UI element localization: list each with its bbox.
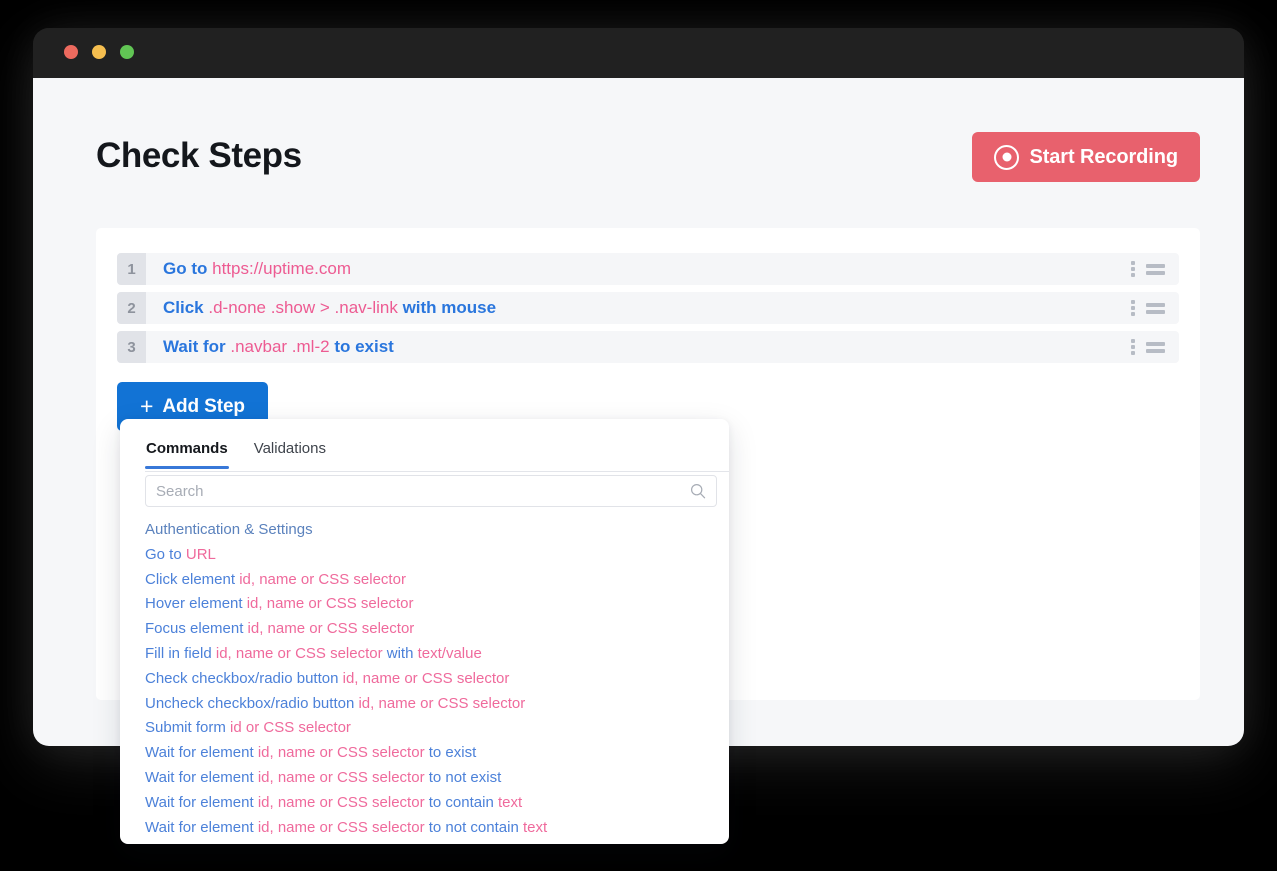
command-keyword: with (386, 644, 418, 662)
command-keyword: to contain (428, 793, 498, 811)
command-list-item[interactable]: Hover element id, name or CSS selector (145, 592, 717, 617)
command-param: text/value (417, 644, 482, 662)
command-keyword: Hover element (145, 595, 247, 613)
command-list-item[interactable]: Wait for element id, name or CSS selecto… (145, 791, 717, 816)
step-description: Wait for .navbar .ml-2 to exist (163, 337, 394, 357)
command-param: id, name or CSS selector (239, 570, 406, 588)
plus-icon: + (140, 393, 154, 419)
add-step-label: Add Step (162, 395, 245, 417)
page-title: Check Steps (96, 136, 302, 175)
step-keyword: with mouse (402, 298, 497, 317)
step-row[interactable]: 1 Go to https://uptime.com (117, 253, 1179, 285)
step-description: Click .d-none .show > .nav-link with mou… (163, 298, 496, 318)
command-keyword: Fill in field (145, 644, 216, 662)
command-keyword: Wait for element (145, 818, 258, 836)
command-keyword: Click element (145, 570, 240, 588)
command-keyword: Focus element (145, 620, 248, 638)
command-param: id, name or CSS selector (257, 768, 429, 786)
command-keyword: Submit form (145, 719, 231, 737)
step-number: 2 (117, 292, 146, 324)
command-param: id, name or CSS selector (215, 644, 387, 662)
command-list-item[interactable]: Uncheck checkbox/radio button id, name o… (145, 692, 717, 717)
command-search-wrapper (145, 475, 717, 507)
minimize-window-button[interactable] (92, 45, 106, 59)
steps-list: 1 Go to https://uptime.com 2 Click .d-none … (117, 253, 1179, 370)
step-number: 3 (117, 331, 146, 363)
command-param: id, name or CSS selector (246, 595, 414, 613)
command-list-item[interactable]: Wait for element id, name or CSS selecto… (145, 816, 717, 841)
command-param: id, name or CSS selector (342, 669, 510, 687)
command-param: id, name or CSS selector (257, 744, 429, 762)
step-drag-handle-icon[interactable] (1146, 302, 1165, 314)
step-menu-icon[interactable] (1131, 300, 1135, 316)
command-param: URL (185, 545, 216, 563)
command-group-header[interactable]: Authentication & Settings (145, 518, 717, 543)
command-param: text (497, 793, 523, 811)
command-param: text (522, 818, 548, 836)
step-actions (1131, 253, 1165, 285)
step-actions (1131, 331, 1165, 363)
step-menu-icon[interactable] (1131, 261, 1135, 277)
command-keyword: Uncheck checkbox/radio button (145, 694, 359, 712)
window-titlebar (33, 28, 1244, 78)
command-group: Authentication & Settings (145, 521, 313, 538)
step-drag-handle-icon[interactable] (1146, 341, 1165, 353)
step-param: .navbar .ml-2 (230, 337, 335, 356)
step-actions (1131, 292, 1165, 324)
step-menu-icon[interactable] (1131, 339, 1135, 355)
traffic-lights (64, 45, 134, 59)
command-list-item[interactable]: Focus element id, name or CSS selector (145, 617, 717, 642)
command-param: id, name or CSS selector (257, 818, 429, 836)
command-palette-tabs: Commands Validations (145, 431, 729, 472)
step-drag-handle-icon[interactable] (1146, 263, 1165, 275)
close-window-button[interactable] (64, 45, 78, 59)
command-palette-panel: Commands Validations Authentication & Set… (120, 419, 729, 844)
tab-validations[interactable]: Validations (253, 431, 327, 468)
step-keyword: Wait for (163, 337, 231, 356)
step-row[interactable]: 2 Click .d-none .show > .nav-link with mo… (117, 292, 1179, 324)
start-recording-label: Start Recording (1029, 145, 1178, 168)
step-keyword: Go to (163, 259, 213, 278)
command-keyword: Go to (145, 545, 186, 563)
command-list-item[interactable]: Wait for element id, name or CSS selecto… (145, 741, 717, 766)
step-row[interactable]: 3 Wait for .navbar .ml-2 to exist (117, 331, 1179, 363)
command-param: id, name or CSS selector (358, 694, 526, 712)
command-keyword: to exist (428, 744, 477, 762)
step-description: Go to https://uptime.com (163, 259, 351, 279)
tab-commands[interactable]: Commands (145, 431, 229, 469)
command-list-item[interactable]: Wait for element id, name or CSS selecto… (145, 766, 717, 791)
command-param: id or CSS selector (230, 719, 351, 737)
command-keyword: Wait for element (145, 793, 258, 811)
command-keyword: Wait for element (145, 768, 258, 786)
command-keyword: to not exist (428, 768, 502, 786)
step-param: .d-none .show > .nav-link (208, 298, 403, 317)
start-recording-button[interactable]: Start Recording (972, 132, 1200, 182)
step-keyword: to exist (334, 337, 394, 356)
command-param: id, name or CSS selector (247, 620, 415, 638)
command-list: Authentication & Settings Go to URL Click … (145, 518, 717, 844)
command-list-item[interactable]: Submit form id or CSS selector (145, 716, 717, 741)
record-icon (994, 144, 1020, 170)
maximize-window-button[interactable] (120, 45, 134, 59)
step-param: https://uptime.com (212, 259, 351, 278)
command-list-item[interactable]: Click element id, name or CSS selector (145, 568, 717, 593)
step-keyword: Click (163, 298, 209, 317)
command-keyword: to not contain (428, 818, 523, 836)
command-list-item[interactable]: Go to URL (145, 543, 717, 568)
command-keyword: Check checkbox/radio button (145, 669, 343, 687)
command-keyword: Wait for element (145, 744, 258, 762)
command-param: id, name or CSS selector (257, 793, 429, 811)
page-header: Check Steps Start Recording (96, 128, 1200, 190)
step-number: 1 (117, 253, 146, 285)
command-list-item[interactable]: Fill in field id, name or CSS selector w… (145, 642, 717, 667)
search-input[interactable] (145, 475, 717, 507)
command-list-item[interactable]: Check checkbox/radio button id, name or … (145, 667, 717, 692)
